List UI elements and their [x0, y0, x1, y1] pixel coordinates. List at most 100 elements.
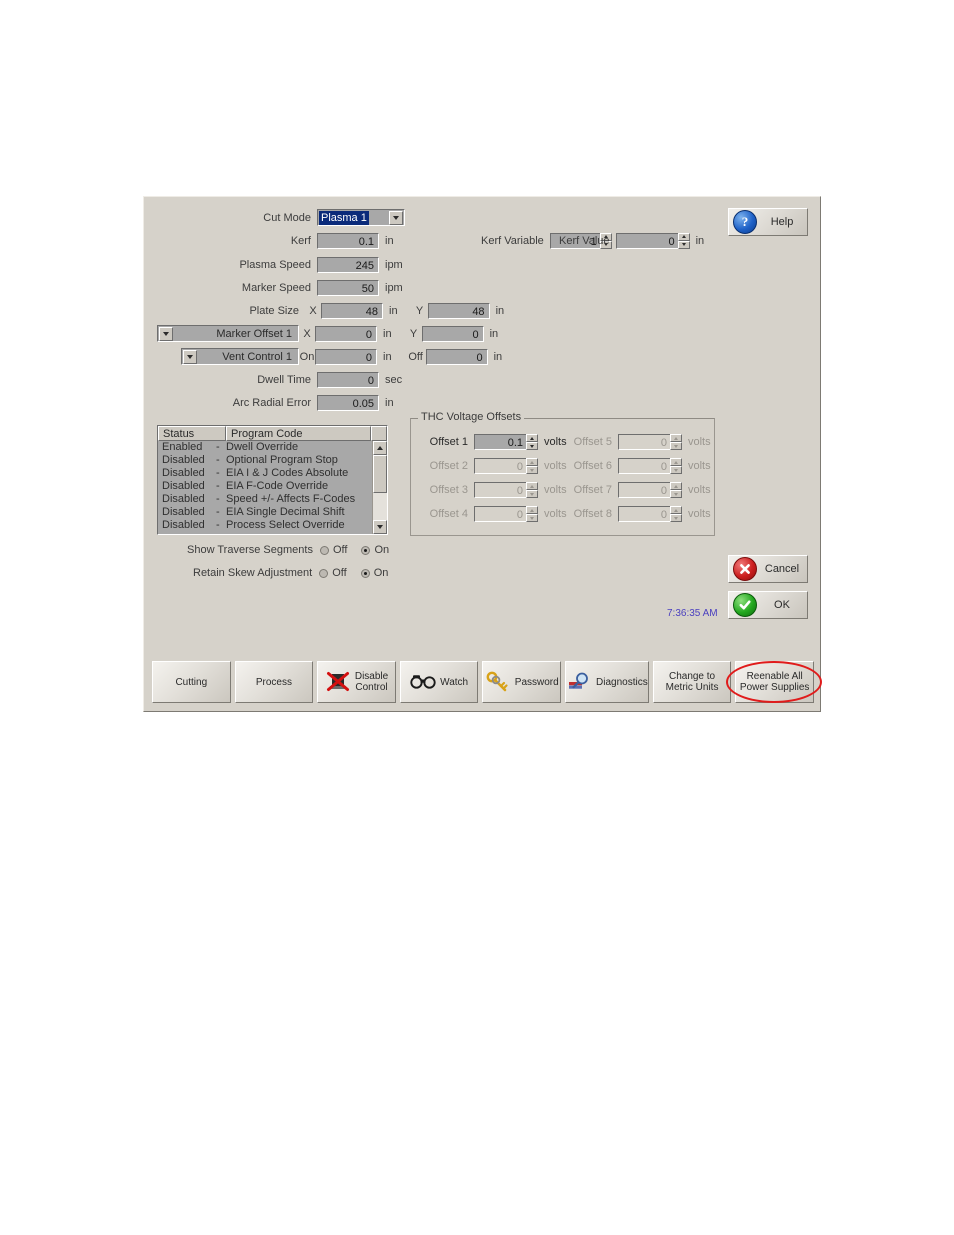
kerf-value-stepper[interactable]: 0: [615, 232, 690, 249]
offset-1-label: Offset 1: [429, 436, 468, 448]
list-item[interactable]: Disabled - Process Select Override: [158, 519, 372, 532]
plate-size-x-unit: in: [389, 304, 398, 317]
offset-6-unit: volts: [688, 460, 711, 472]
spin-up-icon[interactable]: [526, 434, 538, 442]
listbox-vertical-scrollbar[interactable]: [372, 441, 387, 534]
offset-5-input: 0: [618, 434, 670, 450]
dwell-time-input[interactable]: 0: [317, 371, 379, 388]
radio-dot-icon: [360, 568, 370, 578]
toolbar-button-diagnostics[interactable]: Diagnostics: [565, 661, 649, 703]
offset-3-label: Offset 3: [429, 484, 468, 496]
kerf-input[interactable]: 0.1: [317, 232, 379, 249]
marker-offset-x-unit: in: [383, 327, 392, 340]
offset-4-stepper: 0: [474, 506, 538, 522]
cut-mode-row: Cut Mode Plasma 1: [249, 209, 405, 226]
dwell-time-unit: sec: [385, 373, 403, 386]
column-header-status[interactable]: Status: [158, 426, 226, 441]
offset-5-spin-buttons: [670, 434, 682, 450]
offset-6-stepper: 0: [618, 458, 682, 474]
cutting-setup-dialog: Cut Mode Plasma 1 Kerf 0.1 in Kerf Varia…: [143, 196, 821, 712]
toolbar-button-disable-control[interactable]: Disable Control: [317, 661, 396, 703]
list-item[interactable]: Disabled - Speed +/- Affects F-Codes: [158, 493, 372, 506]
vent-control-off-input[interactable]: 0: [425, 348, 488, 365]
marker-offset-y-unit: in: [489, 327, 499, 340]
chevron-down-icon[interactable]: [389, 210, 403, 225]
show-traverse-segments-off-label: Off: [332, 544, 348, 556]
spin-down-icon[interactable]: [677, 240, 690, 249]
cut-mode-combo[interactable]: Plasma 1: [317, 209, 405, 226]
list-item[interactable]: Disabled - EIA F-Code Override: [158, 480, 372, 493]
list-item-code: Optional Program Stop: [226, 454, 338, 466]
arc-radial-error-input[interactable]: 0.05: [317, 394, 379, 411]
program-code-listbox[interactable]: Status Program Code Enabled - Dwell Over…: [157, 425, 388, 535]
plasma-speed-label: Plasma Speed: [239, 258, 311, 271]
chevron-down-icon[interactable]: [183, 349, 197, 364]
marker-offset-x-input[interactable]: 0: [315, 325, 377, 342]
help-circle-icon: ?: [733, 210, 757, 234]
spin-down-icon[interactable]: [526, 442, 538, 450]
spin-up-icon[interactable]: [677, 232, 690, 241]
toolbar-button-reenable-all-power-supplies[interactable]: Reenable All Power Supplies: [735, 661, 814, 703]
cancel-button[interactable]: Cancel: [728, 555, 808, 583]
offset-5-unit: volts: [688, 436, 711, 448]
marker-speed-input[interactable]: 50: [317, 279, 379, 296]
scroll-up-icon[interactable]: [373, 441, 387, 455]
list-item-dash: -: [216, 441, 220, 453]
offset-5-stepper: 0: [618, 434, 682, 450]
scroll-down-icon[interactable]: [373, 520, 387, 534]
scrollbar-track[interactable]: [373, 455, 387, 520]
vent-control-row: Vent Control 1 On 0 in Off 0 in: [181, 348, 502, 365]
program-code-body[interactable]: Enabled - Dwell Override Disabled - Opti…: [158, 441, 372, 534]
program-code-body-wrap: Enabled - Dwell Override Disabled - Opti…: [158, 441, 387, 534]
spin-down-icon: [526, 490, 538, 498]
cut-mode-label: Cut Mode: [263, 211, 311, 224]
toolbar-button-password[interactable]: Password: [482, 661, 562, 703]
dwell-time-label: Dwell Time: [257, 373, 311, 386]
cut-mode-value: Plasma 1: [319, 210, 369, 225]
show-traverse-segments-on-radio[interactable]: On: [361, 544, 389, 556]
marker-offset-combo[interactable]: Marker Offset 1: [157, 325, 299, 342]
ok-button-label: OK: [774, 599, 790, 611]
kerf-row: Kerf 0.1 in: [249, 232, 394, 249]
column-header-program-code[interactable]: Program Code: [226, 426, 371, 441]
offset-2-spin-buttons: [526, 458, 538, 474]
toolbar-button-cutting-label: Cutting: [175, 676, 208, 688]
list-item[interactable]: Disabled - EIA I & J Codes Absolute: [158, 467, 372, 480]
offset-7-stepper: 0: [618, 482, 682, 498]
show-traverse-segments-off-radio[interactable]: Off: [319, 544, 348, 556]
marker-offset-y-input[interactable]: 0: [421, 325, 484, 342]
retain-skew-adjustment-row: Retain Skew Adjustment Off On: [193, 565, 402, 581]
offset-1-input[interactable]: 0.1: [474, 434, 526, 450]
plate-size-x-input[interactable]: 48: [321, 302, 383, 319]
spin-down-icon: [670, 490, 682, 498]
offset-2-stepper: 0: [474, 458, 538, 474]
offset-1-stepper[interactable]: 0.1: [474, 434, 538, 450]
kerf-value-input[interactable]: 0: [615, 232, 678, 249]
scrollbar-thumb[interactable]: [373, 455, 387, 493]
show-traverse-segments-on-label: On: [374, 544, 390, 556]
offset-3-row: Offset 3 0 volts: [420, 482, 567, 498]
retain-skew-adjustment-on-radio[interactable]: On: [360, 567, 388, 579]
offset-2-row: Offset 2 0 volts: [420, 458, 567, 474]
vent-control-combo[interactable]: Vent Control 1: [181, 348, 299, 365]
toolbar-button-process-label: Process: [255, 676, 292, 688]
list-item-status: Disabled: [162, 480, 205, 492]
offset-1-spin-buttons[interactable]: [526, 434, 538, 450]
toolbar-button-change-to-metric-units[interactable]: Change to Metric Units: [652, 661, 732, 703]
list-item[interactable]: Enabled - Dwell Override: [158, 441, 372, 454]
kerf-value-spin-buttons[interactable]: [677, 232, 690, 249]
list-item[interactable]: Disabled - EIA Single Decimal Shift: [158, 506, 372, 519]
spin-up-icon: [670, 482, 682, 490]
toolbar-button-process[interactable]: Process: [234, 661, 314, 703]
plasma-speed-input[interactable]: 245: [317, 256, 379, 273]
ok-button[interactable]: OK: [728, 591, 808, 619]
retain-skew-adjustment-off-radio[interactable]: Off: [319, 567, 347, 579]
list-item[interactable]: Disabled - Optional Program Stop: [158, 454, 372, 467]
vent-control-on-input[interactable]: 0: [315, 348, 377, 365]
help-button[interactable]: ? Help: [728, 208, 808, 236]
toolbar-button-cutting[interactable]: Cutting: [152, 661, 231, 703]
chevron-down-icon[interactable]: [159, 326, 173, 341]
toolbar-button-watch[interactable]: Watch: [399, 661, 479, 703]
plate-size-y-input[interactable]: 48: [427, 302, 490, 319]
kerf-variable-label: Kerf Variable: [481, 234, 544, 247]
